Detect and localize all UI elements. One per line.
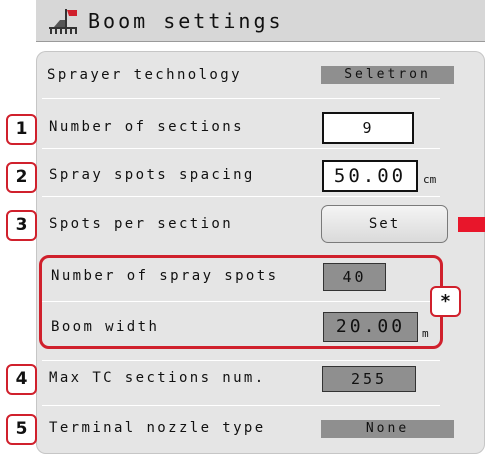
- spacing-unit: cm: [423, 173, 437, 186]
- number-of-sections-label: Number of sections: [49, 119, 244, 135]
- page-title: Boom settings: [88, 9, 284, 33]
- settings-panel: [36, 51, 485, 454]
- set-spots-button[interactable]: Set: [321, 205, 448, 243]
- boom-width-unit: m: [422, 327, 429, 340]
- sprayer-technology-value: Seletron: [321, 66, 454, 84]
- row-divider: [42, 98, 440, 99]
- row-divider: [42, 405, 440, 406]
- spots-per-section-label: Spots per section: [49, 216, 234, 232]
- number-of-sections-input[interactable]: 9: [322, 112, 414, 144]
- callout-3: 3: [6, 210, 37, 241]
- row-divider: [42, 360, 440, 361]
- spray-spots-spacing-label: Spray spots spacing: [49, 167, 255, 183]
- callout-star: *: [430, 286, 461, 317]
- boom-width-label: Boom width: [51, 319, 160, 335]
- sprayer-technology-label: Sprayer technology: [47, 67, 242, 83]
- callout-5: 5: [6, 414, 37, 445]
- max-tc-sections-label: Max TC sections num.: [49, 370, 266, 386]
- header-bar: Boom settings: [36, 0, 485, 42]
- boom-width-value: 20.00: [323, 312, 418, 342]
- terminal-nozzle-type-value: None: [321, 420, 454, 438]
- row-divider: [42, 148, 440, 149]
- spray-spots-spacing-input[interactable]: 50.00: [322, 160, 418, 192]
- terminal-nozzle-type-label: Terminal nozzle type: [49, 420, 266, 436]
- group-divider: [42, 301, 440, 302]
- callout-2: 2: [6, 162, 37, 193]
- number-of-spray-spots-label: Number of spray spots: [51, 268, 279, 284]
- sprayer-boom-icon: [49, 9, 77, 34]
- callout-1: 1: [6, 114, 37, 145]
- row-divider: [42, 196, 440, 197]
- number-of-spray-spots-value: 40: [323, 263, 386, 291]
- max-tc-sections-value: 255: [322, 366, 416, 392]
- callout-4: 4: [6, 364, 37, 395]
- status-marker: [458, 217, 485, 232]
